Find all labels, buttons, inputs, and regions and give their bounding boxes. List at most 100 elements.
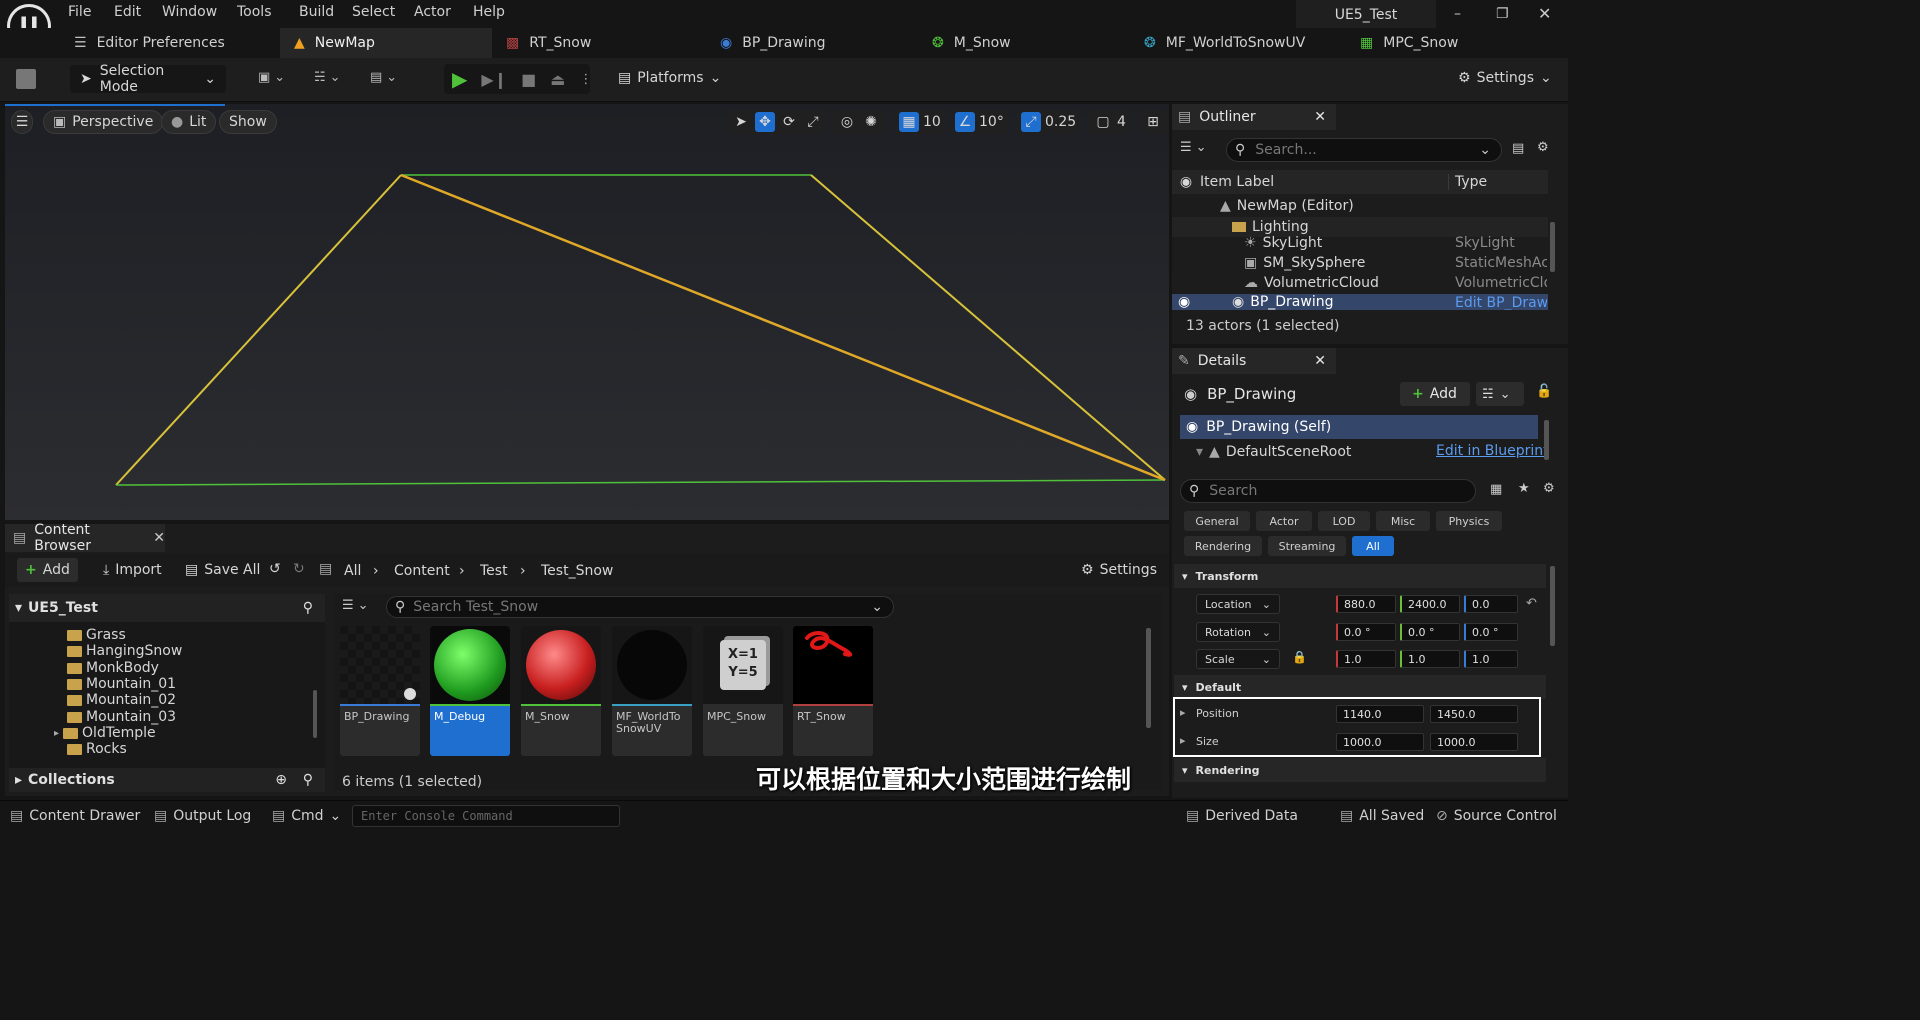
derived-data-button[interactable]: ▤ Derived Data — [1186, 808, 1298, 824]
tab-editor-preferences[interactable]: ☰ Editor Preferences — [60, 28, 280, 58]
close-icon[interactable]: ✕ — [153, 530, 165, 546]
menu-help[interactable]: Help — [473, 4, 505, 20]
tab-mpc-snow[interactable]: ▦ MPC_Snow — [1346, 28, 1546, 58]
reset-icon[interactable]: ↶ — [1526, 596, 1537, 611]
tab-rt-snow[interactable]: ▩ RT_Snow — [492, 28, 706, 58]
tree-scrollbar[interactable] — [313, 690, 317, 738]
rotate-tool-icon[interactable]: ⟳ — [779, 112, 799, 132]
level-viewport[interactable]: ☰ ▣ Perspective ● Lit Show ➤ ✥ ⟳ ⤢ ◎ ✺ ▦ 1… — [5, 104, 1169, 520]
tab-m-snow[interactable]: ❂ M_Snow — [918, 28, 1132, 58]
category-misc[interactable]: Misc — [1376, 511, 1430, 531]
column-type[interactable]: Type — [1448, 174, 1487, 190]
size-y-field[interactable]: 1000.0 — [1430, 733, 1518, 751]
save-all-button[interactable]: ▤ Save All — [177, 558, 268, 582]
chevron-right-icon[interactable]: ▸ — [1180, 734, 1186, 747]
show-button[interactable]: Show — [219, 110, 277, 134]
asset-scrollbar[interactable] — [1146, 628, 1151, 728]
lock-icon[interactable]: 🔓 — [1536, 384, 1552, 399]
source-control-button[interactable]: ⊘ Source Control — [1436, 808, 1557, 824]
close-icon[interactable]: ✕ — [1314, 109, 1326, 125]
breadcrumb-content[interactable]: Content — [394, 563, 450, 579]
forward-icon[interactable]: ↻ — [293, 561, 305, 577]
stop-icon[interactable]: ■ — [521, 70, 536, 89]
content-browser-tab[interactable]: ▤ Content Browser ✕ — [5, 522, 165, 554]
viewport-menu-button[interactable]: ☰ — [11, 110, 33, 134]
add-component-button[interactable]: + Add — [1400, 382, 1470, 406]
globe-icon[interactable]: ◎ — [837, 112, 857, 132]
collections-header[interactable]: ▸ Collections ⊕ ⚲ — [9, 768, 325, 792]
position-y-field[interactable]: 1450.0 — [1430, 705, 1518, 723]
location-x-field[interactable]: 880.0 — [1336, 595, 1396, 613]
details-tab[interactable]: ✎ Details ✕ — [1172, 348, 1336, 374]
rotation-y-field[interactable]: 0.0 ° — [1400, 623, 1460, 641]
size-x-field[interactable]: 1000.0 — [1336, 733, 1424, 751]
asset-tile[interactable]: MF_WorldTo SnowUV — [612, 626, 692, 756]
perspective-button[interactable]: ▣ Perspective — [43, 110, 164, 134]
grid-snap-control[interactable]: ▦ 10 — [895, 110, 945, 134]
rendering-section-header[interactable]: ▾ Rendering — [1174, 758, 1546, 782]
outliner-filter-button[interactable]: ☰ ⌄ — [1180, 140, 1207, 155]
rotation-snap-control[interactable]: ∠ 10° — [951, 110, 1008, 134]
position-x-field[interactable]: 1140.0 — [1336, 705, 1424, 723]
column-item-label[interactable]: Item Label — [1200, 174, 1448, 190]
location-y-field[interactable]: 2400.0 — [1400, 595, 1460, 613]
step-icon[interactable]: ▶❙ — [481, 70, 507, 89]
viewport-layout-button[interactable]: ⊞ — [1139, 110, 1167, 134]
visibility-icon[interactable]: ◉ — [1172, 174, 1200, 190]
blueprint-menu-button[interactable]: ☵ ⌄ — [314, 70, 341, 85]
outliner-tab[interactable]: ▤ Outliner ✕ — [1172, 104, 1336, 130]
chevron-right-icon[interactable]: ▸ — [1180, 706, 1186, 719]
save-icon[interactable] — [16, 69, 36, 89]
menu-actor[interactable]: Actor — [414, 4, 451, 20]
tab-newmap[interactable]: ▲ NewMap — [280, 28, 492, 58]
components-scrollbar[interactable] — [1544, 420, 1549, 460]
rotation-x-field[interactable]: 0.0 ° — [1336, 623, 1396, 641]
all-saved-button[interactable]: ▤ All Saved — [1340, 808, 1424, 824]
surface-snap-icon[interactable]: ✺ — [861, 112, 881, 132]
output-log-button[interactable]: ▤ Output Log — [154, 808, 251, 824]
breadcrumb-test[interactable]: Test — [480, 563, 508, 579]
folder-item[interactable]: ▸ OldTemple — [54, 725, 156, 741]
move-tool-icon[interactable]: ✥ — [755, 112, 775, 132]
category-physics[interactable]: Physics — [1436, 511, 1502, 531]
tab-bp-drawing[interactable]: ◉ BP_Drawing — [706, 28, 920, 58]
search-icon[interactable]: ⚲ — [303, 600, 313, 616]
rotation-z-field[interactable]: 0.0 ° — [1464, 623, 1518, 641]
asset-tile[interactable]: BP_Drawing — [340, 626, 420, 756]
console-command-input[interactable]: Enter Console Command — [352, 805, 620, 827]
asset-search-input[interactable]: ⚲ Search Test_Snow ⌄ — [386, 596, 894, 618]
category-rendering[interactable]: Rendering — [1184, 536, 1262, 556]
edit-in-blueprint-link[interactable]: Edit in Blueprint — [1436, 443, 1549, 459]
lit-button[interactable]: ● Lit — [161, 110, 217, 134]
eject-icon[interactable]: ⏏ — [550, 70, 565, 89]
add-folder-icon[interactable]: ▤ — [1512, 141, 1524, 156]
back-icon[interactable]: ↺ — [269, 561, 281, 577]
outliner-row-type[interactable]: Edit BP_Drawi — [1455, 294, 1547, 310]
add-actor-button[interactable]: ▣ ⌄ — [258, 70, 285, 85]
scale-z-field[interactable]: 1.0 — [1464, 650, 1518, 668]
folder-item[interactable]: Mountain_03 — [67, 709, 176, 725]
menu-build[interactable]: Build — [299, 4, 334, 20]
folder-item[interactable]: Mountain_01 — [67, 676, 176, 692]
location-z-field[interactable]: 0.0 — [1464, 595, 1518, 613]
content-settings-button[interactable]: ⚙ Settings — [1073, 558, 1165, 582]
minimize-icon[interactable]: – — [1454, 6, 1461, 22]
search-icon[interactable]: ⚲ — [303, 772, 313, 788]
folder-item[interactable]: HangingSnow — [67, 643, 182, 659]
category-general[interactable]: General — [1184, 511, 1250, 531]
scale-mode-dropdown[interactable]: Scale ⌄ — [1196, 649, 1280, 669]
location-mode-dropdown[interactable]: Location ⌄ — [1196, 594, 1280, 614]
menu-edit[interactable]: Edit — [114, 4, 141, 20]
transform-section-header[interactable]: ▾ Transform — [1174, 564, 1546, 588]
tree-root[interactable]: ▾ UE5_Test ⚲ — [9, 594, 325, 622]
play-icon[interactable]: ▶ — [452, 67, 467, 91]
cinematics-button[interactable]: ▤ ⌄ — [370, 70, 397, 85]
lock-icon[interactable]: 🔒 — [1292, 650, 1307, 664]
scale-y-field[interactable]: 1.0 — [1400, 650, 1460, 668]
outliner-scrollbar[interactable] — [1550, 222, 1555, 272]
details-scrollbar[interactable] — [1550, 566, 1555, 646]
visibility-icon[interactable]: ◉ — [1178, 294, 1202, 310]
rotation-mode-dropdown[interactable]: Rotation ⌄ — [1196, 622, 1280, 642]
table-view-icon[interactable]: ▦ — [1490, 482, 1502, 497]
category-all[interactable]: All — [1352, 536, 1394, 556]
